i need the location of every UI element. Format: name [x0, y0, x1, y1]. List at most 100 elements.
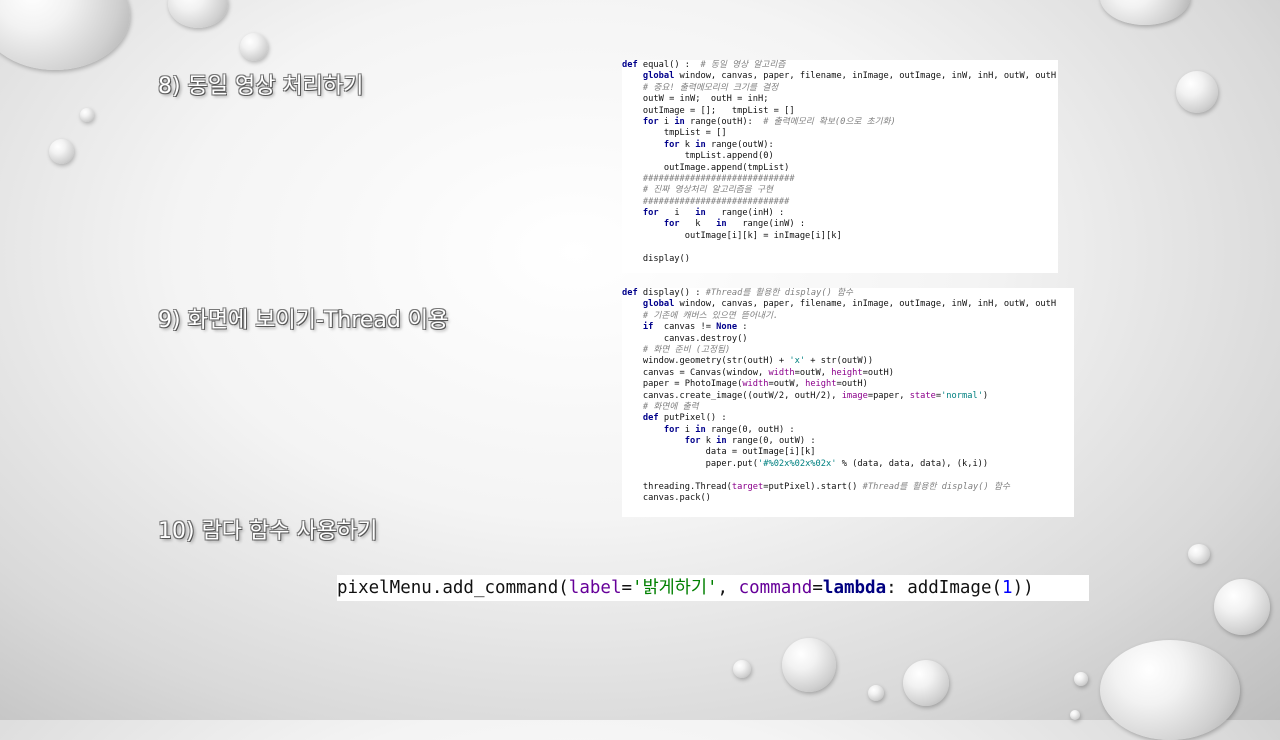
code-line: global window, canvas, paper, filename, …: [622, 71, 1056, 82]
code-token: canvas !=: [653, 322, 717, 333]
code-block-equal: def equal() : # 동일 영상 알고리즘 global window…: [622, 60, 1056, 265]
code-line: for i in range(outH): # 출력메모리 확보(0으로 초기화…: [622, 117, 1056, 128]
code-token: for: [622, 139, 680, 150]
code-line: global window, canvas, paper, filename, …: [622, 299, 1056, 310]
code-token: window, canvas, paper, filename, inImage…: [674, 299, 1057, 310]
code-token: '#%02x%02x%02x': [758, 458, 837, 469]
code-line: # 기존에 캐버스 있으면 뜯어내기.: [622, 311, 1056, 322]
code-line: ############################: [622, 197, 1056, 208]
code-token: window.geometry(str(outH) +: [622, 356, 790, 367]
code-token: range(inW) :: [726, 219, 806, 230]
code-token: # 중요! 출력메모리의 크기를 결정: [622, 82, 779, 93]
code-token: :: [737, 322, 748, 333]
code-token: command: [738, 578, 813, 598]
code-token: lambda: [822, 578, 887, 598]
code-token: if: [622, 322, 654, 333]
water-drop-decoration: [868, 685, 884, 701]
code-token: outImage.append(tmpList): [622, 162, 790, 173]
code-token: outW = inW; outH = inH;: [622, 94, 769, 105]
code-line: outImage = []; tmpList = []: [622, 106, 1056, 117]
code-line: for k in range(outW):: [622, 140, 1056, 151]
water-drop-decoration: [1214, 579, 1270, 635]
code-token: canvas.create_image((outW/2, outH/2),: [622, 390, 842, 401]
code-token: #Thread를 활용한 display() 함수: [705, 288, 854, 298]
code-token: range(outH):: [684, 116, 764, 127]
code-token: tmpList.append(0): [622, 151, 774, 162]
code-token: =outW,: [768, 379, 806, 390]
code-token: % (data, data, data), (k,i)): [836, 458, 989, 469]
heading-lambda: 10) 람다 함수 사용하기: [158, 519, 378, 544]
command-code-line: pixelMenu.add_command(label='밝게하기', comm…: [337, 575, 1089, 601]
code-token: in: [716, 219, 727, 230]
code-line: def equal() : # 동일 영상 알고리즘: [622, 60, 1056, 71]
code-token: for: [622, 208, 659, 219]
code-token: canvas.pack(): [622, 493, 711, 504]
code-token: for: [622, 116, 659, 127]
code-token: target: [731, 481, 764, 492]
code-line: display(): [622, 254, 1056, 265]
code-line: tmpList = []: [622, 128, 1056, 139]
code-token: k: [679, 139, 696, 150]
code-token: =outH): [836, 379, 868, 390]
code-line: outImage[i][k] = inImage[i][k]: [622, 231, 1056, 242]
code-token: paper.put(: [622, 458, 758, 469]
code-token: # 기존에 캐버스 있으면 뜯어내기.: [622, 310, 779, 321]
code-token: in: [716, 436, 727, 447]
water-drop-decoration: [1188, 544, 1210, 564]
heading-equal-image: 8) 동일 영상 처리하기: [158, 74, 364, 99]
code-line: for k in range(inW) :: [622, 219, 1056, 230]
code-token: ############################: [622, 196, 790, 207]
code-token: putPixel() :: [658, 413, 727, 424]
code-token: pixelMenu.add_command(: [337, 578, 569, 598]
code-token: height: [805, 379, 837, 390]
code-token: display() :: [637, 288, 706, 298]
code-token: None: [716, 322, 738, 333]
code-line: window.geometry(str(outH) + 'x' + str(ou…: [622, 356, 1056, 367]
code-token: 1: [1002, 578, 1013, 598]
code-token: for: [622, 219, 680, 230]
code-token: for: [622, 436, 701, 447]
code-token: #############################: [622, 173, 795, 184]
water-drop-decoration: [1100, 640, 1240, 740]
code-token: range(outW):: [705, 139, 774, 150]
code-panel-equal: def equal() : # 동일 영상 알고리즘 global window…: [622, 60, 1058, 273]
water-drop-decoration: [49, 139, 74, 164]
code-token: state: [909, 390, 936, 401]
code-token: in: [695, 424, 706, 435]
code-token: in: [695, 208, 706, 219]
water-drop-decoration: [1176, 71, 1218, 113]
code-token: outImage = []; tmpList = []: [622, 105, 795, 116]
code-line: canvas.create_image((outW/2, outH/2), im…: [622, 391, 1056, 402]
water-drop-decoration: [168, 0, 228, 28]
code-token: #Thread를 활용한 display() 함수: [862, 481, 1010, 492]
water-drop-decoration: [1074, 672, 1088, 686]
water-drop-decoration: [1100, 0, 1190, 25]
code-token: width: [768, 367, 795, 378]
code-token: =putPixel).start(): [763, 481, 863, 492]
code-token: 'x': [789, 356, 806, 367]
code-token: =outH): [862, 367, 895, 378]
code-line: # 진짜 영상처리 알고리즘을 구현: [622, 185, 1056, 196]
code-line: for i in range(inH) :: [622, 208, 1056, 219]
code-token: display(): [622, 253, 690, 264]
code-token: def: [622, 288, 638, 298]
code-line: threading.Thread(target=putPixel).start(…: [622, 482, 1056, 493]
code-line: # 화면에 출력: [622, 402, 1056, 413]
code-line: outImage.append(tmpList): [622, 163, 1056, 174]
code-token: =outW,: [794, 367, 832, 378]
code-token: in: [674, 116, 685, 127]
code-token: image: [841, 390, 868, 401]
code-line: canvas.pack(): [622, 493, 1056, 504]
code-token: # 동일 영상 알고리즘: [700, 60, 786, 70]
code-token: tmpList = []: [622, 128, 727, 139]
code-token: threading.Thread(: [622, 481, 732, 492]
code-token: '밝게하기': [632, 578, 718, 598]
code-line: # 화면 준비 (고정됨): [622, 345, 1056, 356]
water-drop-decoration: [782, 638, 836, 692]
water-drop-decoration: [240, 33, 268, 61]
code-token: window, canvas, paper, filename, inImage…: [674, 71, 1057, 82]
code-token: =paper,: [867, 390, 910, 401]
code-block-display: def display() : #Thread를 활용한 display() 함…: [622, 288, 1056, 504]
code-token: i: [658, 116, 675, 127]
